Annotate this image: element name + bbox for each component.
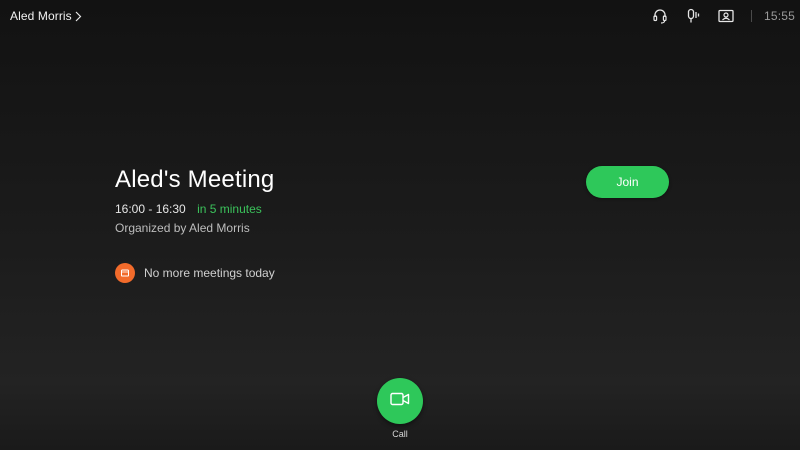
meeting-relative-time: in 5 minutes <box>197 202 262 216</box>
top-bar: Aled Morris 15:55 <box>0 0 800 32</box>
calendar-icon <box>115 263 135 283</box>
no-more-meetings-text: No more meetings today <box>144 266 275 280</box>
call-label: Call <box>392 429 408 439</box>
headset-icon[interactable] <box>650 7 670 25</box>
divider <box>751 10 752 22</box>
self-view-icon[interactable] <box>716 7 736 25</box>
join-button[interactable]: Join <box>586 166 669 198</box>
clock: 15:55 <box>764 9 796 23</box>
meeting-time-row: 16:00 - 16:30 in 5 minutes <box>115 202 535 216</box>
meeting-time-range: 16:00 - 16:30 <box>115 202 186 216</box>
call-button[interactable] <box>377 378 423 424</box>
meeting-title: Aled's Meeting <box>115 166 275 193</box>
home-screen: Aled Morris 15:55 Aled's Meeting 16:00 -… <box>0 0 800 450</box>
video-camera-icon <box>390 392 410 411</box>
status-icons: 15:55 <box>650 7 795 25</box>
meeting-organizer: Organized by Aled Morris <box>115 221 250 235</box>
user-menu[interactable]: Aled Morris <box>10 8 84 24</box>
meeting-details: Aled's Meeting 16:00 - 16:30 in 5 minute… <box>115 166 535 235</box>
chevron-right-icon <box>75 10 84 22</box>
user-name: Aled Morris <box>10 9 72 23</box>
no-more-meetings-row: No more meetings today <box>115 263 275 283</box>
microphone-icon[interactable] <box>683 7 703 25</box>
